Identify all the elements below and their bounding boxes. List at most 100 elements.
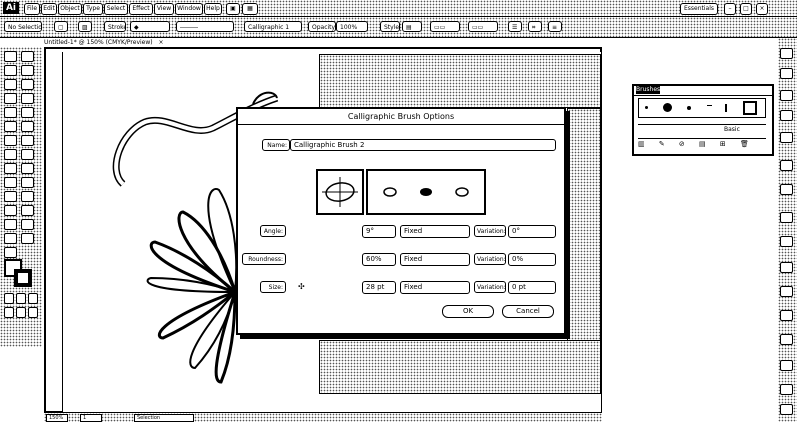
menu-window[interactable]: Window [175, 3, 203, 15]
cancel-button[interactable]: Cancel [502, 305, 554, 318]
brush-dot-medium[interactable] [687, 106, 691, 110]
pencil-tool-icon[interactable] [21, 107, 34, 118]
align-icon[interactable]: ☰ [508, 21, 522, 32]
blend-tool-icon[interactable] [4, 205, 17, 216]
opacity-input[interactable]: 100% [336, 21, 368, 32]
fill-swatch[interactable]: ▢ [54, 21, 68, 32]
dock-panel-icon-12[interactable] [780, 310, 793, 321]
rectangle-tool-icon[interactable] [21, 93, 34, 104]
paintbrush-tool-icon[interactable] [4, 107, 17, 118]
graphic-style-swatch[interactable]: ▤ [402, 21, 422, 32]
arrange-icon[interactable]: ▦ [242, 3, 258, 15]
gradient-tool-icon[interactable] [4, 191, 17, 202]
dock-panel-icon-2[interactable] [780, 68, 793, 79]
brush-calligraphic-selected[interactable] [743, 101, 757, 115]
maximize-icon[interactable]: □ [740, 3, 752, 15]
scale-tool-icon[interactable] [21, 135, 34, 146]
minimize-icon[interactable]: – [724, 3, 736, 15]
warp-tool-icon[interactable] [4, 149, 17, 160]
transform-icon[interactable]: ⌗ [528, 21, 542, 32]
dock-panel-icon-1[interactable] [780, 48, 793, 59]
ok-button[interactable]: OK [442, 305, 494, 318]
dock-panel-icon-7[interactable] [780, 184, 793, 195]
dock-panel-icon-5[interactable] [780, 132, 793, 143]
stroke-weight-input[interactable]: ◆ [130, 21, 170, 32]
menu-view[interactable]: View [154, 3, 174, 15]
param-value-field[interactable]: 28 pt [362, 281, 396, 294]
perspective-tool-icon[interactable] [4, 177, 17, 188]
brushes-tab[interactable]: Brushes [636, 86, 660, 94]
direct-selection-tool-icon[interactable] [21, 51, 34, 62]
blob-brush-tool-icon[interactable] [4, 121, 17, 132]
param-mode-dropdown[interactable]: Fixed [400, 225, 470, 238]
dock-panel-icon-10[interactable] [780, 262, 793, 273]
status-tool[interactable]: Selection [134, 414, 194, 422]
basic-brush-label[interactable]: Basic [724, 126, 740, 133]
artboard-tool-icon[interactable] [21, 219, 34, 230]
dock-panel-icon-11[interactable] [780, 286, 793, 297]
param-value-field[interactable]: 60% [362, 253, 396, 266]
none-mode-icon[interactable] [28, 293, 38, 304]
brush-definition-dropdown[interactable]: Calligraphic 1 [244, 21, 302, 32]
variation-value-field[interactable]: 0% [508, 253, 556, 266]
line-tool-icon[interactable] [4, 93, 17, 104]
stroke-color-swatch[interactable] [14, 269, 32, 287]
eyedropper-tool-icon[interactable] [21, 191, 34, 202]
menu-object[interactable]: Object [58, 3, 82, 15]
symbol-sprayer-tool-icon[interactable] [21, 205, 34, 216]
param-value-field[interactable]: 9° [362, 225, 396, 238]
color-mode-icon[interactable] [4, 293, 14, 304]
dock-panel-icon-15[interactable] [780, 384, 793, 395]
param-mode-dropdown[interactable]: Fixed [400, 253, 470, 266]
type-tool-icon[interactable] [21, 79, 34, 90]
param-mode-dropdown[interactable]: Fixed [400, 281, 470, 294]
brush-dot-large[interactable] [663, 103, 672, 112]
brush-line[interactable] [725, 104, 727, 112]
draw-behind-mode-icon[interactable] [16, 307, 26, 318]
selection-tool-icon[interactable] [4, 51, 17, 62]
dock-panel-icon-13[interactable] [780, 334, 793, 345]
close-icon[interactable]: × [756, 3, 768, 15]
angle-preview[interactable] [316, 169, 364, 215]
document-setup-button[interactable]: ▭▭ [430, 21, 460, 32]
hand-tool-icon[interactable] [21, 233, 34, 244]
zoom-field[interactable]: 150% [46, 414, 68, 422]
zoom-tool-icon[interactable] [4, 247, 17, 258]
menu-select[interactable]: Select [104, 3, 128, 15]
dock-panel-icon-3[interactable] [780, 90, 793, 101]
gradient-mode-icon[interactable] [16, 293, 26, 304]
brush-name-field[interactable]: Calligraphic Brush 2 [290, 139, 556, 151]
menu-edit[interactable]: Edit [41, 3, 57, 15]
variation-value-field[interactable]: 0 pt [508, 281, 556, 294]
menu-effect[interactable]: Effect [129, 3, 153, 15]
artboard-navigator[interactable]: 1 [80, 414, 102, 422]
lasso-tool-icon[interactable] [21, 65, 34, 76]
dock-panel-icon-16[interactable] [780, 404, 793, 415]
magic-wand-tool-icon[interactable] [4, 65, 17, 76]
workspace-switcher[interactable]: Essentials [680, 3, 718, 15]
brush-dot-small[interactable] [645, 106, 648, 109]
brushes-panel-footer[interactable]: ▥ ✎ ⊘ ▤ ⊞ 🗑 [638, 138, 766, 149]
dock-panel-icon-8[interactable] [780, 212, 793, 223]
document-close-icon[interactable]: × [159, 39, 164, 46]
dock-panel-icon-4[interactable] [780, 110, 793, 121]
menu-help[interactable]: Help [204, 3, 222, 15]
dock-panel-icon-9[interactable] [780, 236, 793, 247]
mesh-tool-icon[interactable] [21, 177, 34, 188]
panel-menu-icon[interactable]: ≡ [548, 21, 562, 32]
stroke-swatch[interactable]: ▨ [78, 21, 92, 32]
pen-tool-icon[interactable] [4, 79, 17, 90]
dock-panel-icon-14[interactable] [780, 360, 793, 371]
bridge-icon[interactable]: ▣ [226, 3, 240, 15]
dock-panel-icon-6[interactable] [780, 160, 793, 171]
menu-file[interactable]: File [24, 3, 40, 15]
draw-normal-mode-icon[interactable] [4, 307, 14, 318]
free-transform-tool-icon[interactable] [4, 163, 17, 174]
rotate-tool-icon[interactable] [4, 135, 17, 146]
variable-width-profile[interactable]: ――― [176, 21, 234, 32]
brush-dash[interactable] [707, 105, 712, 106]
eraser-tool-icon[interactable] [21, 121, 34, 132]
graph-tool-icon[interactable] [4, 219, 17, 230]
document-tab[interactable]: Untitled-1* @ 150% (CMYK/Preview) × [44, 38, 604, 47]
shape-builder-tool-icon[interactable] [21, 163, 34, 174]
